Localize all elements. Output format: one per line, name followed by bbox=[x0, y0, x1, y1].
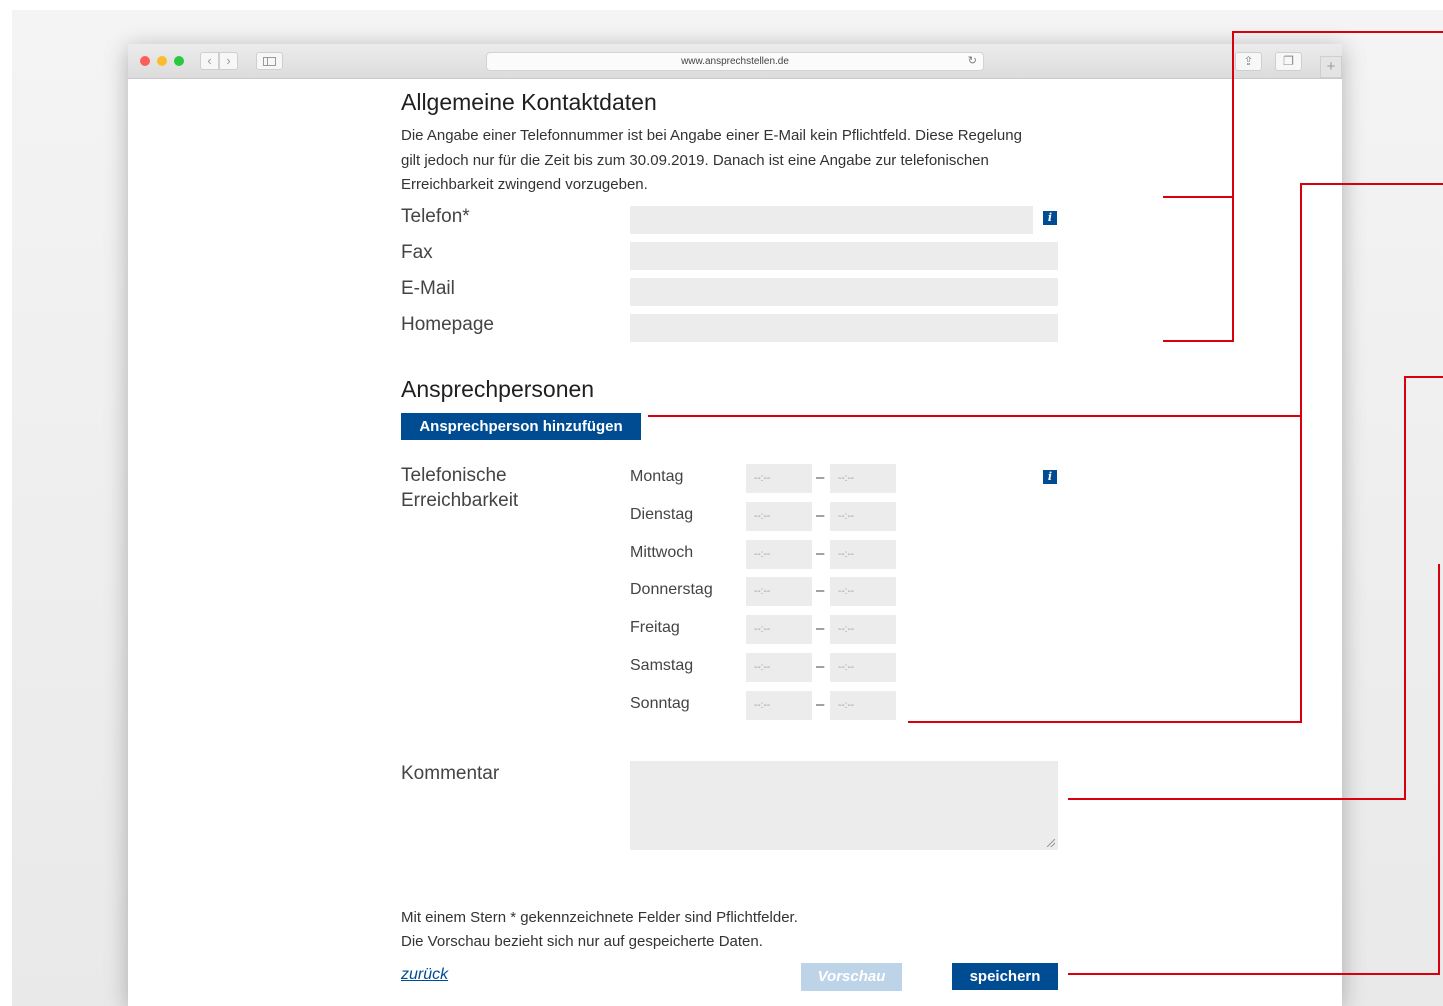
resize-handle-icon[interactable] bbox=[1047, 839, 1055, 847]
annotation-line bbox=[1232, 31, 1443, 33]
annotation-line bbox=[908, 721, 1302, 723]
preview-note: Die Vorschau bezieht sich nur auf gespei… bbox=[401, 933, 763, 950]
time-to-input[interactable]: --:-- bbox=[830, 540, 896, 569]
section-title-contact-persons: Ansprechpersonen bbox=[401, 376, 595, 402]
preview-button[interactable]: Vorschau bbox=[801, 963, 902, 991]
day-label: Montag bbox=[630, 468, 684, 485]
fax-label: Fax bbox=[401, 242, 433, 263]
time-from-input[interactable]: --:-- bbox=[746, 615, 812, 644]
annotation-line bbox=[1068, 973, 1440, 975]
time-from-input[interactable]: --:-- bbox=[746, 540, 812, 569]
time-separator: – bbox=[816, 620, 825, 637]
contact-description: Die Angabe einer Telefonnummer ist bei A… bbox=[401, 127, 1022, 193]
address-bar[interactable]: www.ansprechstellen.de ↻ bbox=[486, 52, 984, 71]
annotation-line bbox=[1068, 798, 1406, 800]
annotation-line bbox=[648, 415, 1302, 417]
tabs-icon: ❐ bbox=[1283, 54, 1294, 68]
browser-toolbar: ‹ › www.ansprechstellen.de ↻ ⇪ ❐ bbox=[128, 44, 1342, 79]
time-separator: – bbox=[816, 545, 825, 562]
time-to-input[interactable]: --:-- bbox=[830, 653, 896, 682]
add-contact-person-button[interactable]: Ansprechperson hinzufügen bbox=[401, 413, 641, 440]
comment-label: Kommentar bbox=[401, 763, 500, 784]
address-bar-url: www.ansprechstellen.de bbox=[681, 56, 789, 67]
homepage-label: Homepage bbox=[401, 314, 494, 335]
annotation-line bbox=[1438, 564, 1440, 975]
fax-input[interactable] bbox=[630, 242, 1058, 270]
annotation-line bbox=[1404, 376, 1443, 378]
day-label: Sonntag bbox=[630, 695, 690, 712]
annotation-line bbox=[1232, 31, 1234, 342]
availability-label-line2: Erreichbarkeit bbox=[401, 490, 519, 511]
day-label: Dienstag bbox=[630, 506, 694, 523]
time-separator: – bbox=[816, 507, 825, 524]
annotation-line bbox=[1163, 196, 1234, 198]
annotation-line bbox=[1300, 183, 1443, 185]
annotation-line bbox=[1300, 183, 1302, 723]
plus-icon: + bbox=[1326, 58, 1336, 75]
time-from-input[interactable]: --:-- bbox=[746, 653, 812, 682]
time-from-input[interactable]: --:-- bbox=[746, 502, 812, 531]
day-label: Mittwoch bbox=[630, 544, 694, 561]
time-to-input[interactable]: --:-- bbox=[830, 691, 896, 720]
back-button[interactable]: ‹ bbox=[200, 52, 219, 70]
tabs-overview-button[interactable]: ❐ bbox=[1275, 52, 1302, 71]
phone-input[interactable] bbox=[630, 206, 1033, 234]
reload-icon[interactable]: ↻ bbox=[968, 53, 977, 70]
minimize-window-button[interactable] bbox=[157, 56, 167, 66]
time-separator: – bbox=[816, 469, 825, 486]
annotation-line bbox=[1404, 376, 1406, 800]
homepage-input[interactable] bbox=[630, 314, 1058, 342]
share-icon: ⇪ bbox=[1243, 54, 1254, 68]
time-to-input[interactable]: --:-- bbox=[830, 502, 896, 531]
email-input[interactable] bbox=[630, 278, 1058, 306]
time-from-input[interactable]: --:-- bbox=[746, 577, 812, 606]
availability-info-icon[interactable]: i bbox=[1043, 470, 1057, 484]
browser-window: ‹ › www.ansprechstellen.de ↻ ⇪ ❐ Allgeme… bbox=[128, 44, 1342, 1006]
time-separator: – bbox=[816, 696, 825, 713]
close-window-button[interactable] bbox=[140, 56, 150, 66]
forward-button[interactable]: › bbox=[219, 52, 238, 70]
time-separator: – bbox=[816, 658, 825, 675]
comment-textarea[interactable] bbox=[630, 761, 1058, 850]
time-separator: – bbox=[816, 582, 825, 599]
save-button[interactable]: speichern bbox=[952, 963, 1058, 990]
day-label: Donnerstag bbox=[630, 581, 713, 598]
phone-info-icon[interactable]: i bbox=[1043, 211, 1057, 225]
time-from-input[interactable]: --:-- bbox=[746, 691, 812, 720]
required-fields-note: Mit einem Stern * gekennzeichnete Felder… bbox=[401, 909, 798, 926]
maximize-window-button[interactable] bbox=[174, 56, 184, 66]
sidebar-toggle-button[interactable] bbox=[256, 52, 283, 70]
sidebar-icon bbox=[263, 57, 276, 66]
day-label: Samstag bbox=[630, 657, 694, 674]
availability-label-line1: Telefonische bbox=[401, 465, 507, 486]
time-to-input[interactable]: --:-- bbox=[830, 615, 896, 644]
time-to-input[interactable]: --:-- bbox=[830, 464, 896, 493]
time-from-input[interactable]: --:-- bbox=[746, 464, 812, 493]
annotation-line bbox=[1163, 340, 1234, 342]
new-tab-button[interactable]: + bbox=[1320, 56, 1342, 78]
day-label: Freitag bbox=[630, 619, 680, 636]
time-to-input[interactable]: --:-- bbox=[830, 577, 896, 606]
back-link[interactable]: zurück bbox=[401, 966, 448, 984]
phone-label: Telefon* bbox=[401, 206, 470, 227]
section-title-general-contact: Allgemeine Kontaktdaten bbox=[401, 89, 657, 115]
share-button[interactable]: ⇪ bbox=[1235, 52, 1262, 71]
email-label: E-Mail bbox=[401, 278, 455, 299]
